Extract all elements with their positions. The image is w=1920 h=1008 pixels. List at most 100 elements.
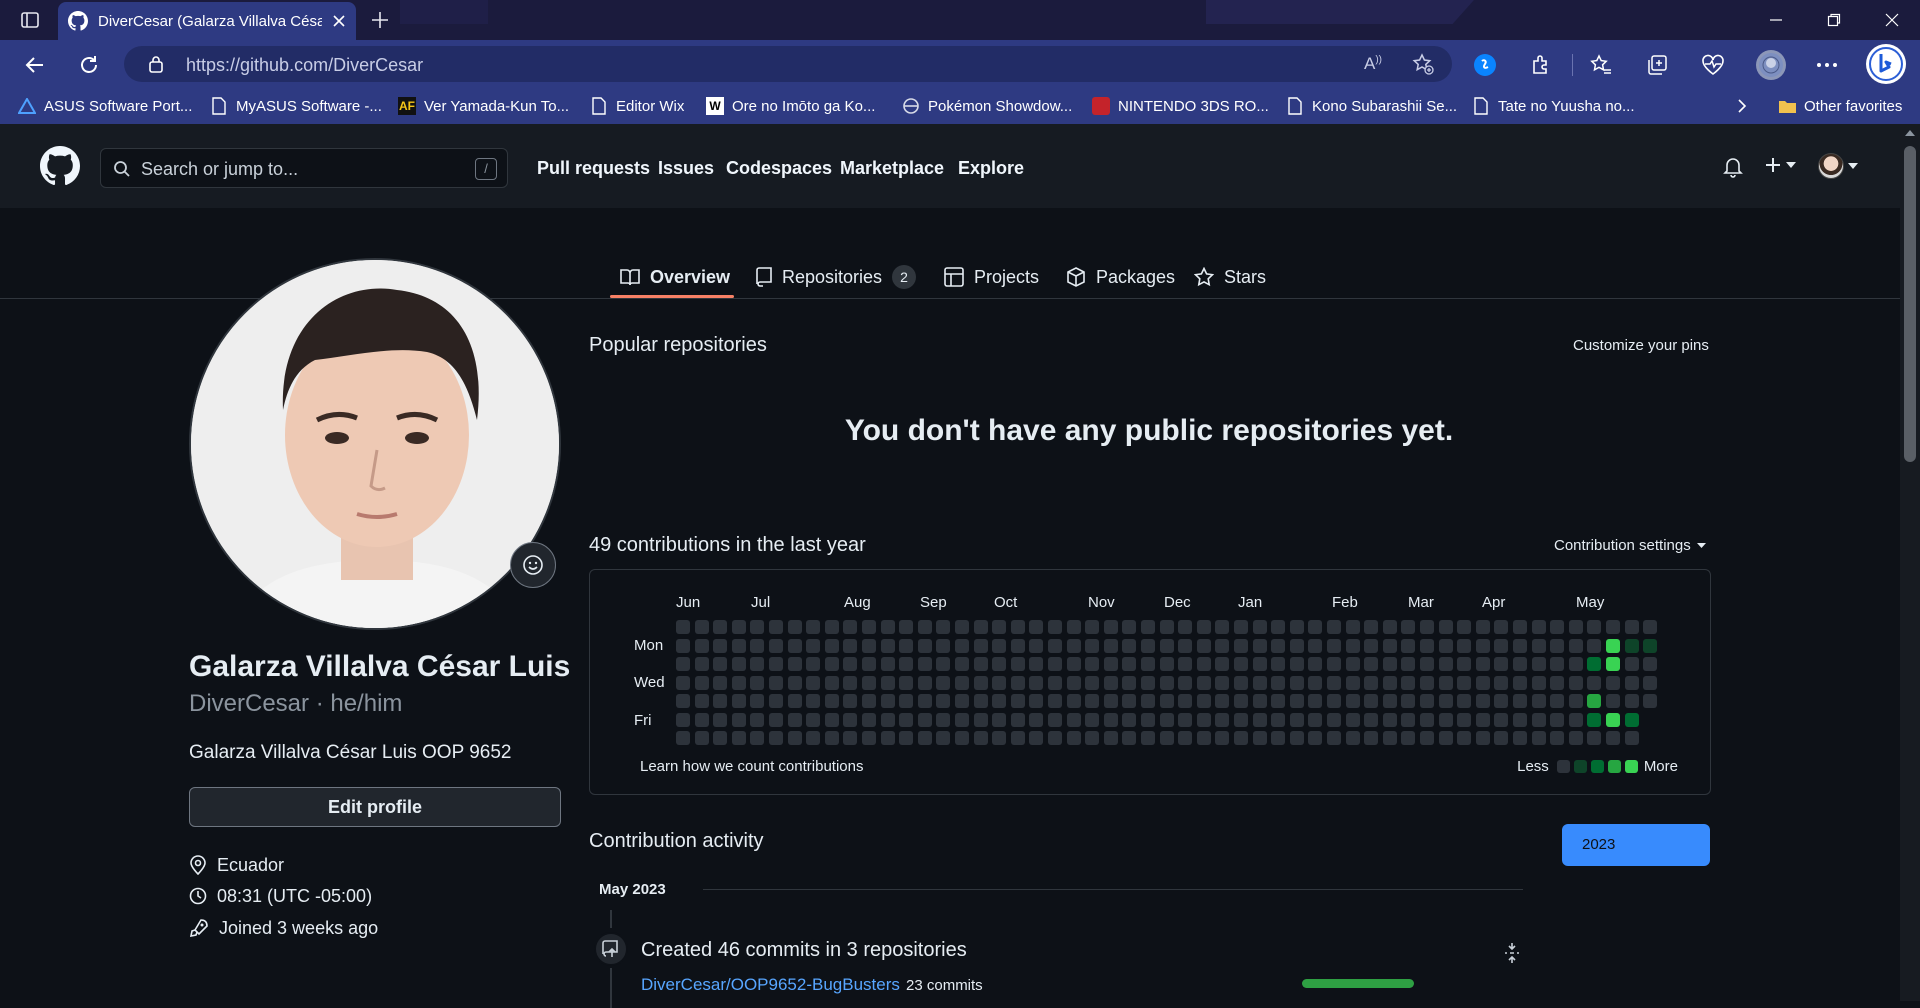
favorite-item[interactable]: Tate no Yuusha no... bbox=[1472, 94, 1635, 118]
contribution-cell[interactable] bbox=[1401, 657, 1416, 671]
contribution-cell[interactable] bbox=[1066, 712, 1081, 727]
contribution-cell[interactable] bbox=[1568, 694, 1583, 708]
contribution-cell[interactable] bbox=[1457, 620, 1472, 634]
contribution-cell[interactable] bbox=[992, 657, 1007, 671]
contribution-cell[interactable] bbox=[1420, 638, 1434, 653]
contribution-cell[interactable] bbox=[1103, 657, 1118, 671]
contribution-cell[interactable] bbox=[1568, 731, 1583, 745]
contribution-cell[interactable] bbox=[694, 694, 709, 708]
contribution-cell[interactable] bbox=[1048, 694, 1062, 708]
contribution-cell[interactable] bbox=[1159, 712, 1174, 727]
contribution-cell[interactable] bbox=[880, 712, 895, 727]
favorite-item[interactable]: W Ore no Imōto ga Ko... bbox=[706, 94, 875, 118]
contribution-cell[interactable] bbox=[917, 638, 932, 653]
contribution-cell[interactable] bbox=[955, 712, 969, 727]
contribution-cell[interactable] bbox=[1327, 675, 1341, 690]
contribution-cell[interactable] bbox=[955, 675, 969, 690]
contribution-cell[interactable] bbox=[1327, 657, 1341, 671]
contribution-cell[interactable] bbox=[955, 657, 969, 671]
contribution-cell[interactable] bbox=[1010, 638, 1025, 653]
contribution-cell[interactable] bbox=[1327, 731, 1341, 745]
contribution-cell[interactable] bbox=[862, 657, 876, 671]
contribution-cell[interactable] bbox=[1103, 638, 1118, 653]
contribution-cell[interactable] bbox=[806, 712, 821, 727]
contribution-cell[interactable] bbox=[676, 657, 690, 671]
contribution-cell[interactable] bbox=[1085, 675, 1100, 690]
contribution-cell[interactable] bbox=[1420, 675, 1434, 690]
contribution-cell[interactable] bbox=[1271, 712, 1286, 727]
contribution-cell[interactable] bbox=[1401, 638, 1416, 653]
contribution-cell[interactable] bbox=[1066, 620, 1081, 634]
contribution-cell[interactable] bbox=[1531, 657, 1546, 671]
contribution-cell[interactable] bbox=[1066, 638, 1081, 653]
contribution-cell[interactable] bbox=[1141, 657, 1155, 671]
contribution-cell[interactable] bbox=[824, 657, 839, 671]
search-input[interactable]: Search or jump to... / bbox=[100, 148, 508, 188]
contribution-cell[interactable] bbox=[1122, 620, 1137, 634]
contribution-cell[interactable] bbox=[1085, 694, 1100, 708]
contribution-cell[interactable] bbox=[1457, 657, 1472, 671]
contribution-cell[interactable] bbox=[1196, 712, 1211, 727]
contribution-cell[interactable] bbox=[1494, 712, 1509, 727]
contribution-cell[interactable] bbox=[1252, 675, 1267, 690]
contribution-cell[interactable] bbox=[1308, 620, 1323, 634]
contribution-cell[interactable] bbox=[1196, 694, 1211, 708]
contribution-cell[interactable] bbox=[899, 657, 914, 671]
contribution-cell[interactable] bbox=[676, 712, 690, 727]
contribution-cell[interactable] bbox=[1048, 712, 1062, 727]
repo-link[interactable]: DiverCesar/OOP9652-BugBusters bbox=[641, 975, 900, 995]
contribution-cell[interactable] bbox=[824, 712, 839, 727]
contribution-cell[interactable] bbox=[1513, 675, 1527, 690]
contribution-cell[interactable] bbox=[1550, 712, 1565, 727]
contribution-cell[interactable] bbox=[1513, 712, 1527, 727]
contribution-cell[interactable] bbox=[1252, 638, 1267, 653]
contribution-cell[interactable] bbox=[1364, 694, 1379, 708]
contribution-cell[interactable] bbox=[731, 657, 746, 671]
contribution-cell[interactable] bbox=[1364, 731, 1379, 745]
contribution-cell[interactable] bbox=[1364, 657, 1379, 671]
contribution-cell[interactable] bbox=[713, 675, 728, 690]
contribution-cell[interactable] bbox=[1178, 731, 1193, 745]
contribution-cell[interactable] bbox=[1178, 638, 1193, 653]
contribution-cell[interactable] bbox=[1382, 620, 1397, 634]
contribution-cell[interactable] bbox=[992, 675, 1007, 690]
contribution-cell[interactable] bbox=[1234, 731, 1248, 745]
contribution-cell[interactable] bbox=[1048, 675, 1062, 690]
contribution-cell[interactable] bbox=[1215, 657, 1230, 671]
contribution-cell[interactable] bbox=[1550, 638, 1565, 653]
contribution-cell[interactable] bbox=[936, 638, 951, 653]
contribution-cell[interactable] bbox=[1345, 638, 1360, 653]
tab-stars[interactable]: Stars bbox=[1194, 256, 1266, 298]
contribution-cell[interactable] bbox=[769, 731, 783, 745]
contribution-cell[interactable] bbox=[787, 675, 802, 690]
contribution-cell[interactable] bbox=[1513, 731, 1527, 745]
contribution-cell[interactable] bbox=[1048, 620, 1062, 634]
contribution-cell[interactable] bbox=[1066, 675, 1081, 690]
contribution-cell[interactable] bbox=[843, 731, 858, 745]
tab-actions-icon[interactable] bbox=[18, 8, 42, 32]
contribution-cell[interactable] bbox=[1196, 620, 1211, 634]
contribution-cell[interactable] bbox=[1345, 712, 1360, 727]
contribution-cell[interactable] bbox=[1308, 731, 1323, 745]
contribution-cell[interactable] bbox=[1029, 694, 1044, 708]
contribution-cell[interactable] bbox=[936, 712, 951, 727]
contribution-cell[interactable] bbox=[880, 620, 895, 634]
contribution-cell[interactable] bbox=[1606, 657, 1620, 671]
refresh-icon[interactable] bbox=[76, 52, 102, 78]
contribution-cell[interactable] bbox=[899, 620, 914, 634]
contribution-cell[interactable] bbox=[1531, 620, 1546, 634]
contribution-cell[interactable] bbox=[1271, 694, 1286, 708]
contribution-cell[interactable] bbox=[1029, 731, 1044, 745]
contribution-cell[interactable] bbox=[1624, 638, 1639, 653]
profile-avatar[interactable] bbox=[189, 258, 561, 630]
contribution-cell[interactable] bbox=[824, 620, 839, 634]
contribution-cell[interactable] bbox=[1029, 638, 1044, 653]
contribution-cell[interactable] bbox=[750, 638, 765, 653]
contribution-cell[interactable] bbox=[1401, 731, 1416, 745]
contribution-cell[interactable] bbox=[1531, 712, 1546, 727]
contribution-cell[interactable] bbox=[806, 638, 821, 653]
contribution-cell[interactable] bbox=[1457, 731, 1472, 745]
tab-repositories[interactable]: Repositories 2 bbox=[756, 256, 917, 298]
contribution-cell[interactable] bbox=[806, 657, 821, 671]
contribution-cell[interactable] bbox=[1531, 638, 1546, 653]
